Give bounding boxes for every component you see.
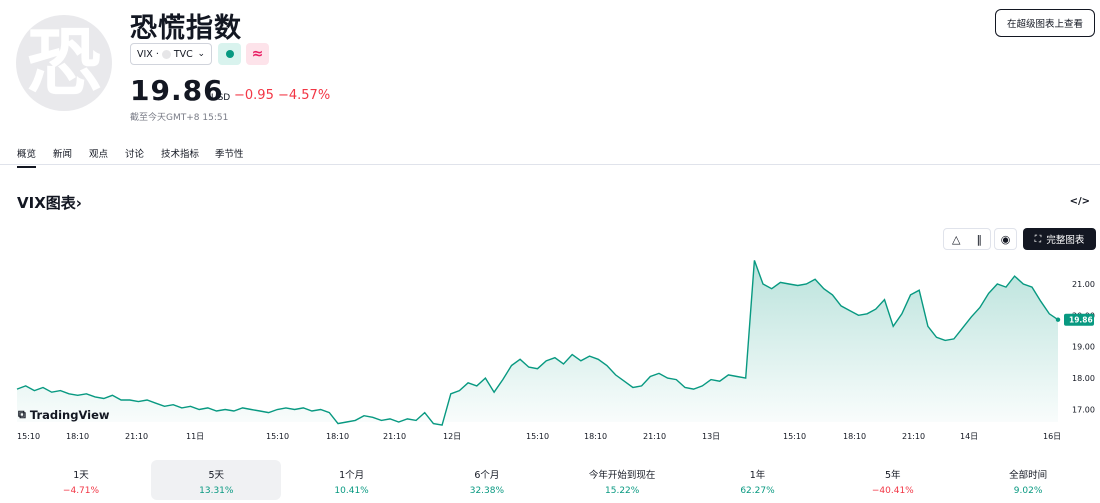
range-change: 32.38% — [469, 486, 505, 496]
wave-icon: ≈ — [251, 46, 264, 62]
x-tick-label: 15:10 — [526, 432, 549, 441]
symbol-label: VIX — [137, 48, 153, 60]
y-tick-label: 19.00 — [1072, 343, 1095, 352]
range-option[interactable]: 1天 −4.71% — [16, 460, 146, 500]
tab-seasonals[interactable]: 季节性 — [215, 146, 244, 160]
market-status-badge[interactable] — [218, 43, 241, 65]
tradingview-icon: ⧉ — [18, 408, 26, 421]
range-option[interactable]: 5年 −40.41% — [828, 460, 958, 500]
x-tick-label: 11日 — [186, 432, 204, 441]
range-label: 5天 — [208, 470, 225, 481]
y-tick-label: 17.00 — [1072, 405, 1095, 414]
range-label: 1年 — [749, 470, 766, 481]
range-change: 62.27% — [740, 486, 775, 496]
price-area — [17, 260, 1058, 426]
full-chart-label: 完整图表 — [1046, 235, 1085, 246]
x-tick-label: 16日 — [1043, 432, 1061, 441]
chevron-right-icon: › — [75, 194, 82, 212]
exchange-label: TVC — [173, 48, 193, 60]
range-option[interactable]: 全部时间 9.02% — [963, 460, 1093, 500]
brand-label: TradingView — [29, 408, 110, 422]
x-tick-label: 18:10 — [66, 432, 89, 441]
chart-title-text: VIX图表 — [17, 194, 76, 212]
chevron-down-icon: ⌄ — [197, 49, 205, 59]
last-price-dot — [1055, 317, 1061, 322]
chart-style-toggle: △ ‖ — [943, 228, 991, 250]
range-change: 15.22% — [605, 486, 640, 496]
range-label: 6个月 — [474, 470, 500, 481]
range-selector: 1天 −4.71% 5天 13.31% 1个月 10.41% 6个月 32.38% 今年开始到现… — [16, 460, 1100, 500]
range-change: 10.41% — [334, 486, 369, 496]
x-tick-label: 21:10 — [125, 432, 148, 441]
range-label: 1天 — [73, 470, 89, 481]
x-tick-label: 18:10 — [326, 432, 349, 441]
tab-overview[interactable]: 概览 — [17, 146, 37, 168]
range-option[interactable]: 1年 62.27% — [693, 460, 823, 500]
tradingview-logo: ⧉ TradingView — [18, 408, 110, 422]
range-option[interactable]: 6个月 32.38% — [422, 460, 552, 500]
x-tick-label: 13日 — [702, 432, 720, 441]
last-price-tag-label: 19.86 — [1069, 316, 1093, 325]
change-pct: −4.57% — [277, 88, 331, 103]
status-dot-icon — [225, 50, 234, 58]
range-change: 13.31% — [199, 486, 234, 496]
range-change: −4.71% — [62, 486, 100, 496]
range-option[interactable]: 5天 13.31% — [151, 460, 282, 500]
as-of-timestamp: 截至今天GMT+8 15:51 — [130, 113, 229, 123]
x-tick-label: 21:10 — [383, 432, 406, 441]
fullscreen-icon: ⛶ — [1034, 233, 1042, 245]
logo-glyph: 恐 — [27, 20, 101, 106]
symbol-exchange-selector[interactable]: VIX · TVC ⌄ — [130, 43, 212, 65]
chart-section-title[interactable]: VIX图表› — [17, 192, 82, 213]
full-chart-button[interactable]: ⛶ 完整图表 — [1023, 228, 1096, 250]
x-tick-label: 18:10 — [843, 432, 866, 441]
last-price: 19.86 — [130, 74, 224, 107]
camera-icon[interactable]: ◉ — [994, 228, 1017, 250]
change-abs: −0.95 — [234, 88, 274, 103]
embed-code-icon[interactable]: </> — [1070, 196, 1090, 207]
x-tick-label: 15:10 — [17, 432, 40, 441]
candlestick-icon[interactable]: ‖ — [976, 233, 982, 246]
currency-label: USD — [211, 93, 231, 103]
y-tick-label: 18.00 — [1072, 374, 1095, 383]
range-option[interactable]: 今年开始到现在 15.22% — [557, 460, 687, 500]
range-label: 今年开始到现在 — [588, 470, 656, 481]
super-chart-button[interactable]: 在超级图表上查看 — [995, 9, 1095, 37]
tab-technicals[interactable]: 技术指标 — [161, 146, 199, 160]
range-label: 1个月 — [339, 470, 365, 481]
x-tick-label: 12日 — [443, 432, 461, 441]
price-change: −0.95 −4.57% — [234, 88, 330, 103]
tab-news[interactable]: 新闻 — [53, 146, 72, 160]
price-chart[interactable]: 21.0020.0019.0018.0017.00 15:1018:1021:1… — [0, 250, 1100, 445]
x-tick-label: 21:10 — [902, 432, 925, 441]
x-tick-label: 14日 — [960, 432, 978, 441]
wave-badge[interactable]: ≈ — [246, 43, 269, 65]
x-tick-label: 15:10 — [783, 432, 806, 441]
page-title: 恐慌指数 — [130, 13, 242, 44]
y-tick-label: 21.00 — [1072, 280, 1095, 289]
separator-dot: · — [155, 48, 159, 60]
tab-discussion[interactable]: 讨论 — [125, 146, 144, 160]
range-change: −40.41% — [871, 486, 914, 496]
symbol-logo: 恐 — [16, 15, 112, 111]
exchange-icon — [161, 49, 171, 59]
tab-ideas[interactable]: 观点 — [89, 146, 108, 160]
x-tick-label: 18:10 — [584, 432, 607, 441]
range-change: 9.02% — [1013, 486, 1043, 496]
tab-bar: 概览 新闻 观点 讨论 技术指标 季节性 — [0, 140, 1100, 168]
range-label: 全部时间 — [1009, 470, 1048, 481]
area-chart-icon[interactable]: △ — [952, 233, 960, 246]
range-option[interactable]: 1个月 10.41% — [287, 460, 417, 500]
x-tick-label: 15:10 — [266, 432, 289, 441]
range-label: 5年 — [885, 470, 901, 481]
x-tick-label: 21:10 — [643, 432, 666, 441]
